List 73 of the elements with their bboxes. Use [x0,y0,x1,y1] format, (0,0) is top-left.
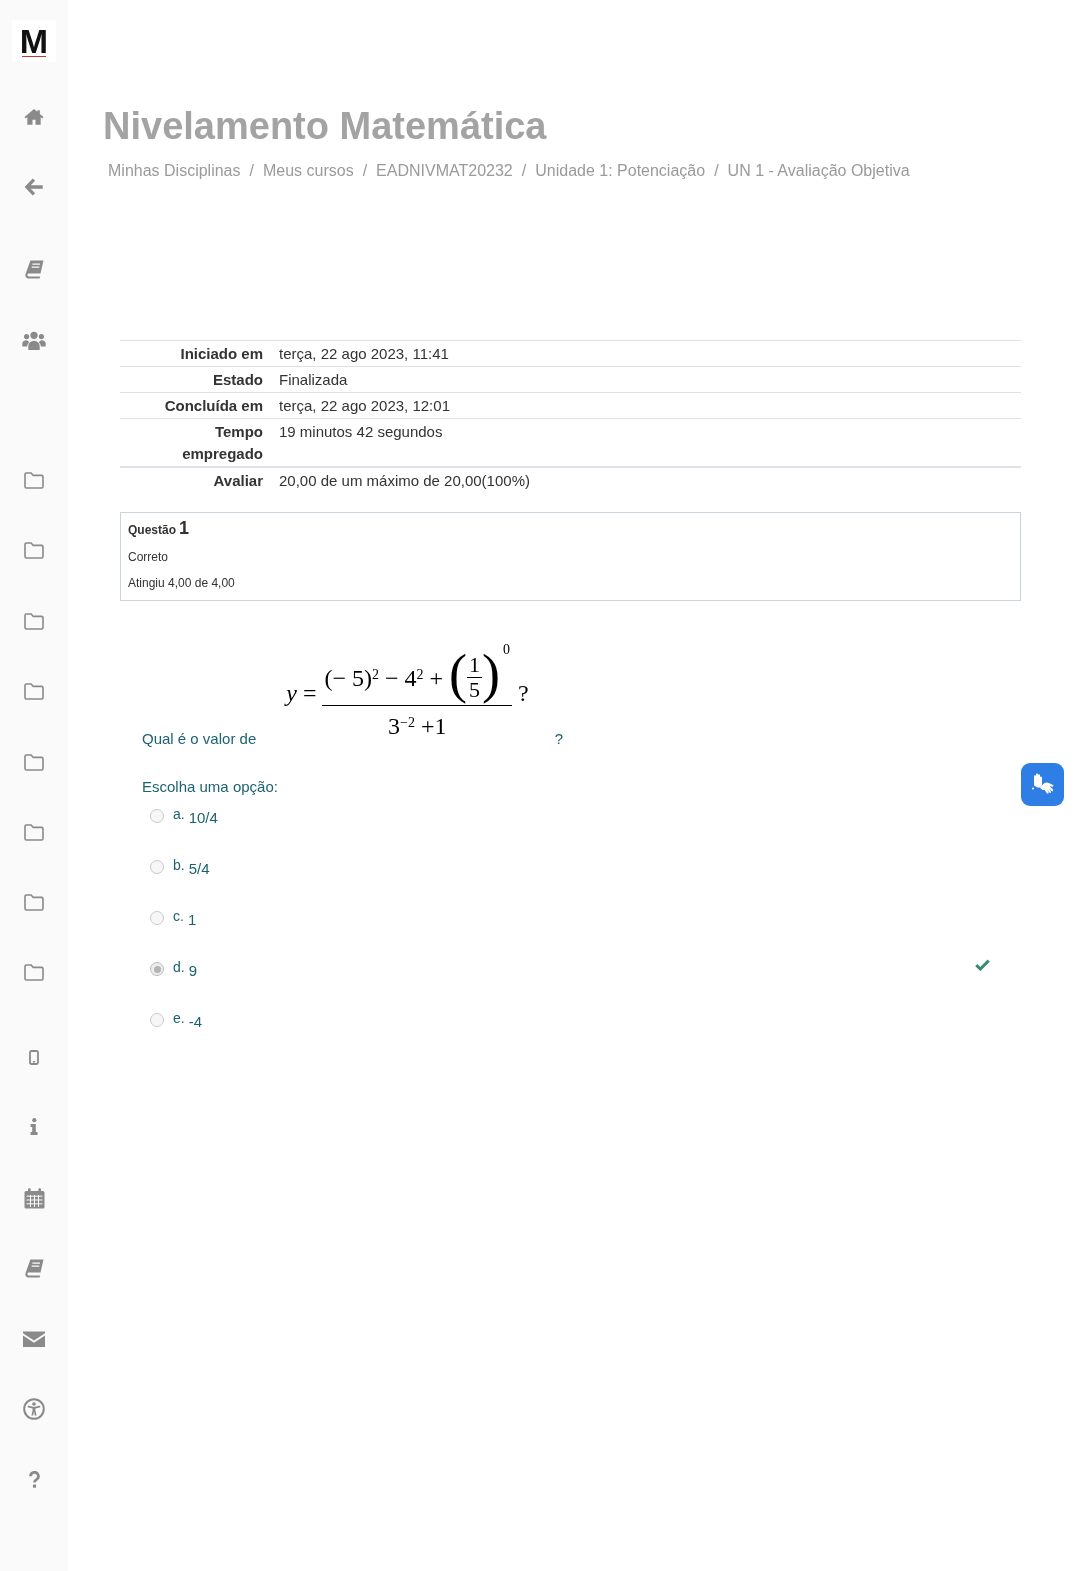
option-text: 1 [187,911,197,929]
summary-value: terça, 22 ago 2023, 12:01 [278,396,450,416]
breadcrumb-link[interactable]: Unidade 1: Potenciação [535,161,706,181]
breadcrumb-link[interactable]: EADNIVMAT20232 [376,161,513,181]
sign-language-hands-icon [1029,772,1056,797]
breadcrumb-separator: / [249,161,254,181]
formula-parenthesis: ( [449,643,468,705]
folder-icon[interactable] [24,893,44,911]
breadcrumb-link[interactable]: UN 1 - Avaliação Objetiva [727,161,910,181]
option-text: 5/4 [188,860,210,878]
radio-button[interactable] [150,911,164,925]
folder-icon[interactable] [24,612,44,630]
radio-button[interactable] [150,1013,164,1027]
question-grade: Atingiu 4,00 de 4,00 [128,575,235,592]
folder-icon[interactable] [24,823,44,841]
users-icon[interactable] [22,330,46,350]
summary-label: Iniciado em [179,344,264,364]
folder-icon[interactable] [24,471,44,489]
option-letter: c. [173,908,184,924]
summary-value: 19 minutos 42 segundos [278,422,443,442]
help-icon[interactable] [28,1470,40,1488]
option-letter: e. [173,1010,185,1026]
summary-label: Concluída em [163,396,264,416]
folder-icon[interactable] [24,753,44,771]
question-label: Questão [128,522,176,539]
summary-label: Tempo empregado [181,422,264,464]
question-status: Correto [128,549,168,566]
formula-exponent: 0 [503,643,511,657]
fraction-denominator: 5 [469,677,481,702]
sign-language-button[interactable] [1021,763,1064,806]
accessibility-icon[interactable] [23,1398,45,1420]
book-icon[interactable] [24,1258,44,1278]
formula-question-mark: ? [518,681,529,705]
option-text: -4 [188,1013,203,1031]
folder-icon[interactable] [24,963,44,981]
mobile-phone-icon[interactable] [29,1049,39,1065]
breadcrumb-link[interactable]: Minhas Disciplinas [108,161,241,181]
question-mark: ? [554,729,564,749]
home-icon[interactable] [24,107,44,125]
question-number: 1 [179,517,190,540]
formula-denominator: 3$^{−2}$ +1 [388,714,447,738]
radio-button[interactable] [150,809,164,823]
folder-icon[interactable] [24,541,44,559]
calendar-icon[interactable] [23,1187,45,1209]
breadcrumb-link[interactable]: Meus cursos [262,161,354,181]
breadcrumb-separator: / [521,161,527,181]
info-icon[interactable] [30,1117,38,1135]
question-text: Qual é o valor de [142,729,257,749]
option-letter: d. [173,959,185,975]
option-letter: a. [173,806,185,822]
formula-numerator: (− 5)$^{2}$ − 4$^{2}$ + [324,666,444,690]
back-arrow-icon[interactable] [24,178,44,196]
answer-instruction: Escolha uma opção: [142,777,278,797]
option-letter: b. [173,857,185,873]
summary-value: 20,00 de um máximo de 20,00(100%) [278,471,530,491]
logo[interactable]: M [12,20,56,62]
folder-icon[interactable] [24,682,44,700]
formula-parenthesis: ) [482,643,501,705]
breadcrumb-separator: / [714,161,719,181]
radio-button[interactable] [150,962,164,976]
radio-button[interactable] [150,860,164,874]
summary-value: terça, 22 ago 2023, 11:41 [278,344,449,364]
option-text: 9 [188,962,198,980]
page-title: Nivelamento Matemática [103,104,547,148]
summary-value: Finalizada [278,370,348,390]
option-text: 10/4 [188,809,218,827]
summary-label: Avaliar [212,471,264,491]
envelope-icon[interactable] [23,1331,45,1347]
fraction-numerator: 1 [469,652,481,677]
summary-label: Estado [212,370,264,390]
formula-variable: y = [286,681,317,705]
breadcrumb-separator: / [362,161,368,181]
book-icon[interactable] [24,259,44,279]
